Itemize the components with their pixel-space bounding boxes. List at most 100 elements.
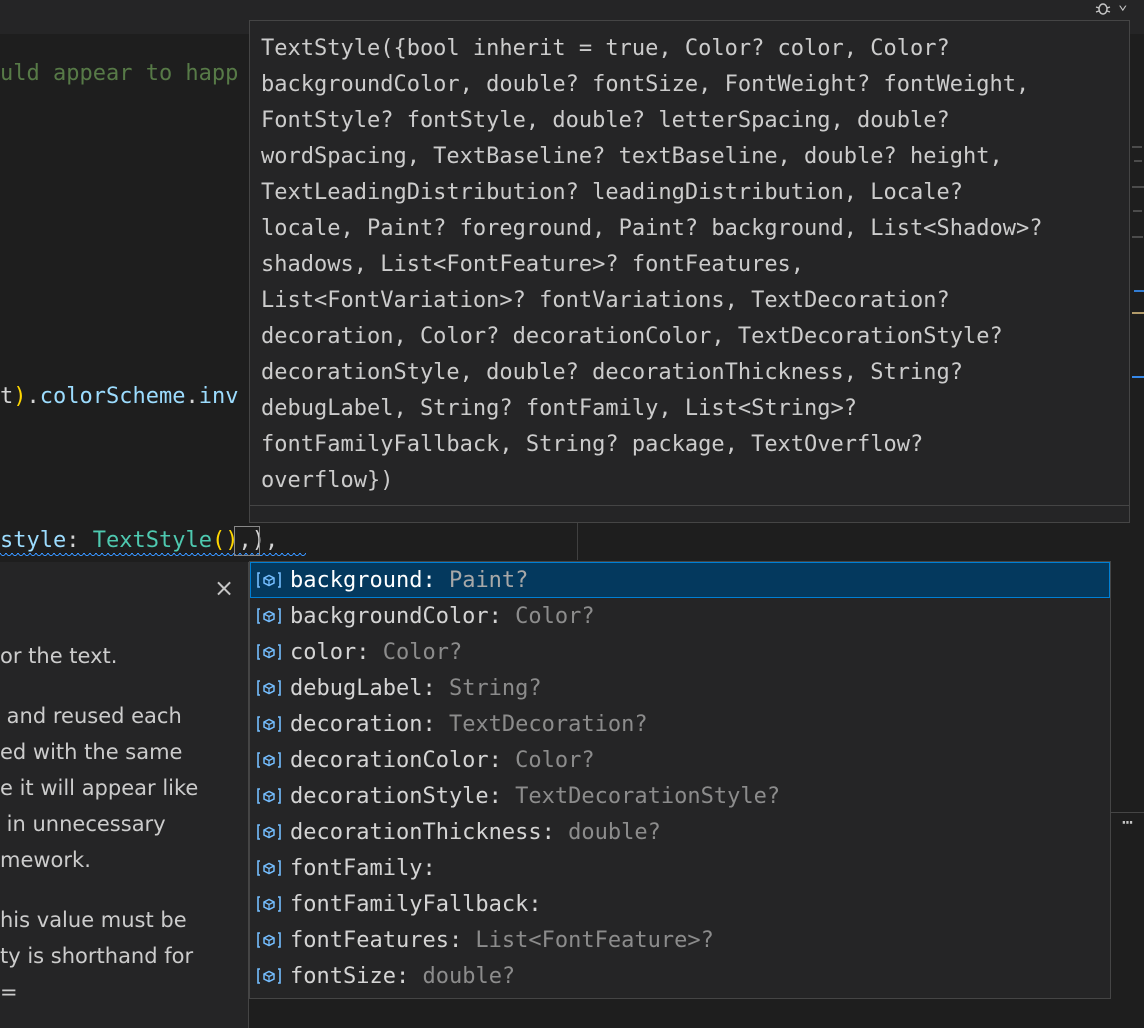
details-text-line: e it will appear like — [0, 776, 199, 800]
signature-line: backgroundColor, double? fontSize, FontW… — [261, 72, 1030, 97]
suggestion-item[interactable]: fontFamilyFallback: — [250, 886, 1110, 922]
suggestion-label: backgroundColor: — [290, 603, 502, 629]
indent-guide — [577, 522, 578, 560]
suggestion-label: debugLabel: — [290, 675, 436, 701]
field-icon — [254, 778, 284, 814]
minimap-line — [1132, 186, 1144, 188]
suggestion-item[interactable]: color: Color? — [250, 634, 1110, 670]
suggestion-item[interactable]: fontSize: double? — [250, 958, 1110, 994]
signature-line: decoration, Color? decorationColor, Text… — [261, 324, 1003, 349]
diagnostic-squiggle[interactable] — [0, 553, 306, 557]
code-open-paren: ( — [211, 528, 226, 553]
suggestion-type-detail: TextDecorationStyle? — [501, 783, 781, 809]
code-member-tail: inv — [198, 384, 239, 409]
minimap[interactable] — [1128, 140, 1144, 400]
suggestion-item[interactable]: fontFeatures: List<FontFeature>? — [250, 922, 1110, 958]
suggestion-type-detail: Paint? — [435, 567, 529, 593]
suggestion-type-detail: List<FontFeature>? — [462, 927, 714, 953]
suggestion-type-detail: double? — [554, 819, 661, 845]
suggestion-type-detail: TextDecoration? — [435, 711, 648, 737]
code-colon: : — [66, 528, 93, 553]
suggestion-type-detail: Color? — [501, 603, 595, 629]
field-icon — [254, 742, 284, 778]
signature-line: debugLabel, String? fontFamily, List<Str… — [261, 396, 858, 421]
minimap-line — [1134, 290, 1144, 292]
code-prop-style: style — [0, 528, 67, 553]
suggestion-item[interactable]: fontFamily: — [250, 850, 1110, 886]
suggestion-item[interactable]: decorationThickness: double? — [250, 814, 1110, 850]
field-icon — [254, 814, 284, 850]
suggestion-label: decoration: — [290, 711, 436, 737]
signature-line: decorationStyle, double? decorationThick… — [261, 360, 963, 385]
signature-line: TextStyle({bool inherit = true, Color? c… — [261, 36, 950, 61]
field-icon — [254, 598, 284, 634]
signature-line: overflow}) — [261, 468, 394, 493]
suggestion-item[interactable]: decoration: TextDecoration? — [250, 706, 1110, 742]
details-text-line: mework. — [0, 848, 91, 872]
debug-bug-icon[interactable] — [1094, 0, 1116, 16]
editor-bottom — [249, 999, 1144, 1028]
suggestion-type-detail: Color? — [501, 747, 595, 773]
signature-line: List<FontVariation>? fontVariations, Tex… — [261, 288, 950, 313]
suggestion-item[interactable]: decorationColor: Color? — [250, 742, 1110, 778]
signature-line: FontStyle? fontStyle, double? letterSpac… — [261, 108, 950, 133]
suggestion-item[interactable]: debugLabel: String? — [250, 670, 1110, 706]
suggestion-type-detail: String? — [435, 675, 542, 701]
minimap-line — [1132, 312, 1144, 314]
field-icon — [254, 922, 284, 958]
minimap-line — [1134, 160, 1142, 162]
signature-line: locale, Paint? foreground, Paint? backgr… — [261, 216, 1043, 241]
code-comment-line: uld appear to happ — [0, 61, 239, 86]
minimap-line — [1133, 210, 1142, 212]
field-icon — [254, 670, 284, 706]
suggestion-label: decorationStyle: — [290, 783, 502, 809]
suggestion-item[interactable]: decorationStyle: TextDecorationStyle? — [250, 778, 1110, 814]
field-icon — [254, 634, 284, 670]
minimap-line — [1132, 236, 1143, 238]
code-dot: . — [26, 384, 40, 409]
details-text-line: and reused each — [0, 704, 182, 728]
suggestion-label: fontSize: — [290, 963, 410, 989]
details-text-line: ed with the same — [0, 740, 183, 764]
suggestion-item[interactable]: backgroundColor: Color? — [250, 598, 1110, 634]
field-icon — [254, 886, 284, 922]
suggestion-label: background: — [290, 567, 436, 593]
suggest-widget[interactable]: background: Paint? backgroundColor: Color… — [249, 561, 1111, 999]
signature-text: TextStyle({bool inherit = true, Color? c… — [261, 31, 1121, 499]
code-paren: ) — [13, 384, 27, 409]
suggestion-label: decorationThickness: — [290, 819, 555, 845]
signature-divider — [250, 505, 1129, 506]
details-text-line: = — [0, 980, 18, 1004]
code-dot: . — [185, 384, 199, 409]
signature-line: wordSpacing, TextBaseline? textBaseline,… — [261, 144, 1003, 169]
field-icon — [254, 850, 284, 886]
code-colorscheme-line: t).colorScheme.inv — [0, 383, 238, 411]
suggestion-label: fontFamily: — [290, 855, 436, 881]
code-member: colorScheme — [39, 384, 186, 409]
code-token: t — [0, 384, 14, 409]
signature-line: TextLeadingDistribution? leadingDistribu… — [261, 180, 963, 205]
signature-help-hover: TextStyle({bool inherit = true, Color? c… — [249, 20, 1130, 523]
details-text-line: his value must be — [0, 908, 187, 932]
details-text-line: ty is shorthand for — [0, 944, 194, 968]
details-text-line: or the text. — [0, 644, 118, 668]
signature-line: shadows, List<FontFeature>? fontFeatures… — [261, 252, 805, 277]
tab-more-icon[interactable]: ⌄ — [1118, 0, 1128, 12]
field-icon — [254, 562, 284, 598]
suggestion-type-detail: double? — [409, 963, 516, 989]
details-text-line: in unnecessary — [0, 812, 166, 836]
suggestion-label: fontFamilyFallback: — [290, 891, 542, 917]
more-actions-icon[interactable]: ⋯ — [1122, 812, 1133, 833]
suggest-details-panel: × or the text. and reused each ed with th… — [0, 562, 249, 1028]
code-type-textstyle: TextStyle — [92, 528, 212, 553]
field-icon — [254, 706, 284, 742]
field-icon — [254, 958, 284, 994]
text-cursor-bracket-highlight — [234, 526, 260, 556]
suggestion-label: fontFeatures: — [290, 927, 463, 953]
minimap-line — [1132, 376, 1144, 378]
close-icon[interactable]: × — [214, 576, 234, 600]
suggestion-item[interactable]: background: Paint? — [250, 562, 1110, 598]
signature-line: fontFamilyFallback, String? package, Tex… — [261, 432, 924, 457]
suggestion-label: color: — [290, 639, 370, 665]
suggestion-label: decorationColor: — [290, 747, 502, 773]
